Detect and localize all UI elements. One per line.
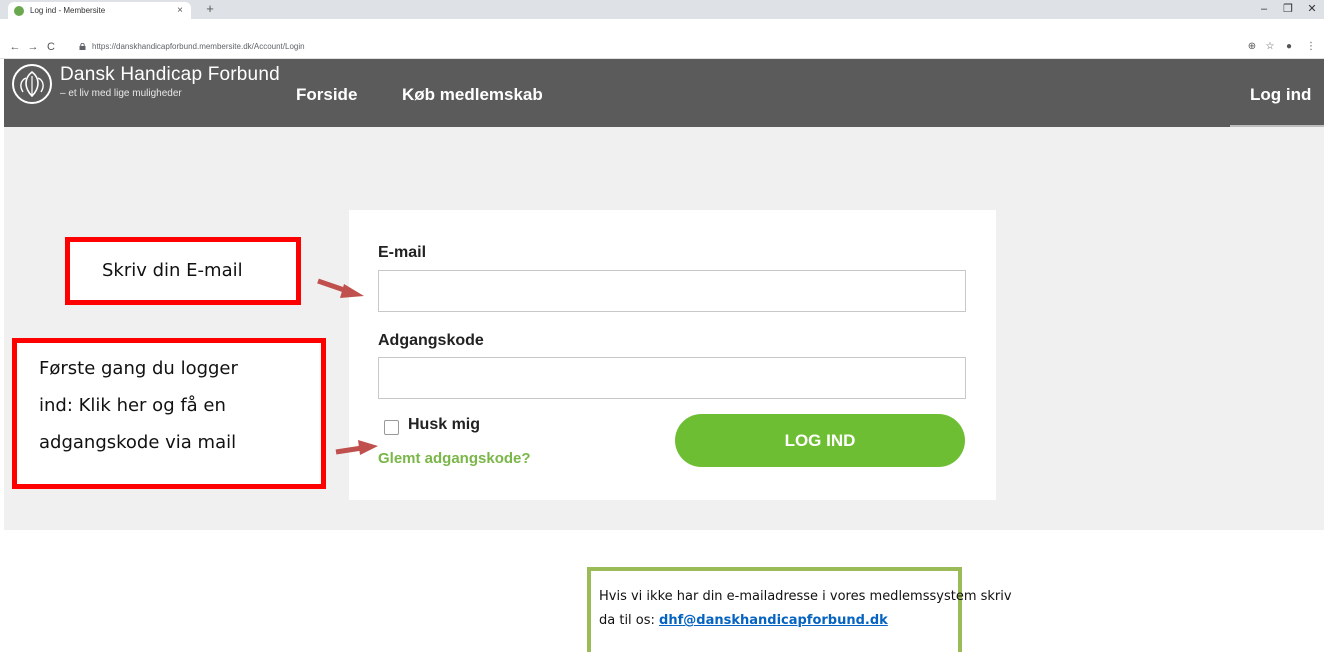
nav-item-koeb-medlemskab[interactable]: Køb medlemskab bbox=[402, 85, 543, 105]
info-line-2: da til os: dhf@danskhandicapforbund.dk bbox=[599, 609, 946, 633]
url-text[interactable]: https://danskhandicapforbund.membersite.… bbox=[92, 39, 305, 55]
info-line-1: Hvis vi ikke har din e-mailadresse i vor… bbox=[599, 589, 1012, 604]
brand-tagline: – et liv med lige muligheder bbox=[60, 88, 182, 99]
back-arrow-icon[interactable]: ← bbox=[8, 39, 22, 55]
tab-title: Log ind - Membersite bbox=[30, 6, 106, 15]
lock-icon bbox=[79, 43, 86, 50]
brand-name[interactable]: Dansk Handicap Forbund bbox=[60, 64, 280, 86]
email-input[interactable] bbox=[378, 270, 966, 312]
bookmark-star-icon[interactable]: ☆ bbox=[1263, 39, 1277, 55]
reload-icon[interactable]: C bbox=[44, 39, 58, 55]
email-hint-callout: Skriv din E-mail bbox=[65, 237, 301, 305]
email-label: E-mail bbox=[378, 244, 427, 261]
site-favicon-icon bbox=[14, 5, 24, 16]
login-button[interactable]: LOG IND bbox=[675, 414, 965, 467]
remember-me-label[interactable]: Husk mig bbox=[408, 416, 480, 434]
forward-arrow-icon[interactable]: → bbox=[26, 39, 40, 55]
nav-item-forside[interactable]: Forside bbox=[296, 85, 357, 105]
info-box: Hvis vi ikke har din e-mailadresse i vor… bbox=[587, 567, 1012, 652]
site-header: Dansk Handicap Forbund – et liv med lige… bbox=[4, 59, 1324, 129]
leaf-logo-icon bbox=[20, 70, 44, 98]
contact-email-link[interactable]: dhf@danskhandicapforbund.dk bbox=[659, 613, 888, 628]
info-line-2-prefix: da til os: bbox=[599, 613, 660, 628]
new-tab-button[interactable]: + bbox=[203, 1, 217, 17]
maximize-icon[interactable]: ❐ bbox=[1280, 1, 1296, 17]
zoom-icon[interactable]: ⊕ bbox=[1245, 39, 1259, 55]
first-time-line-2: ind: Klik her og få en bbox=[39, 395, 226, 416]
screen: Log ind - Membersite × + – ❐ ✕ ← → C htt… bbox=[0, 0, 1324, 652]
first-time-callout: Første gang du logger ind: Klik her og f… bbox=[12, 338, 326, 489]
browser-address-bar: ← → C https://danskhandicapforbund.membe… bbox=[0, 19, 1324, 59]
password-label: Adgangskode bbox=[378, 332, 484, 349]
profile-icon[interactable]: ● bbox=[1282, 39, 1296, 55]
password-input[interactable] bbox=[378, 357, 966, 399]
minimize-icon[interactable]: – bbox=[1256, 1, 1272, 17]
remember-me-checkbox[interactable] bbox=[384, 420, 399, 435]
browser-tab-bar: Log ind - Membersite × + – ❐ ✕ bbox=[0, 0, 1324, 19]
nav-item-log-ind[interactable]: Log ind bbox=[1250, 85, 1311, 105]
tab-close-icon[interactable]: × bbox=[173, 5, 187, 16]
logo-icon[interactable] bbox=[12, 64, 52, 104]
first-time-line-1: Første gang du logger bbox=[39, 358, 238, 379]
forgot-password-link[interactable]: Glemt adgangskode? bbox=[378, 450, 531, 467]
browser-tab[interactable]: Log ind - Membersite × bbox=[8, 2, 191, 19]
close-window-icon[interactable]: ✕ bbox=[1304, 1, 1320, 17]
browser-menu-icon[interactable]: ⋮ bbox=[1304, 39, 1318, 55]
first-time-line-3: adgangskode via mail bbox=[39, 432, 237, 453]
